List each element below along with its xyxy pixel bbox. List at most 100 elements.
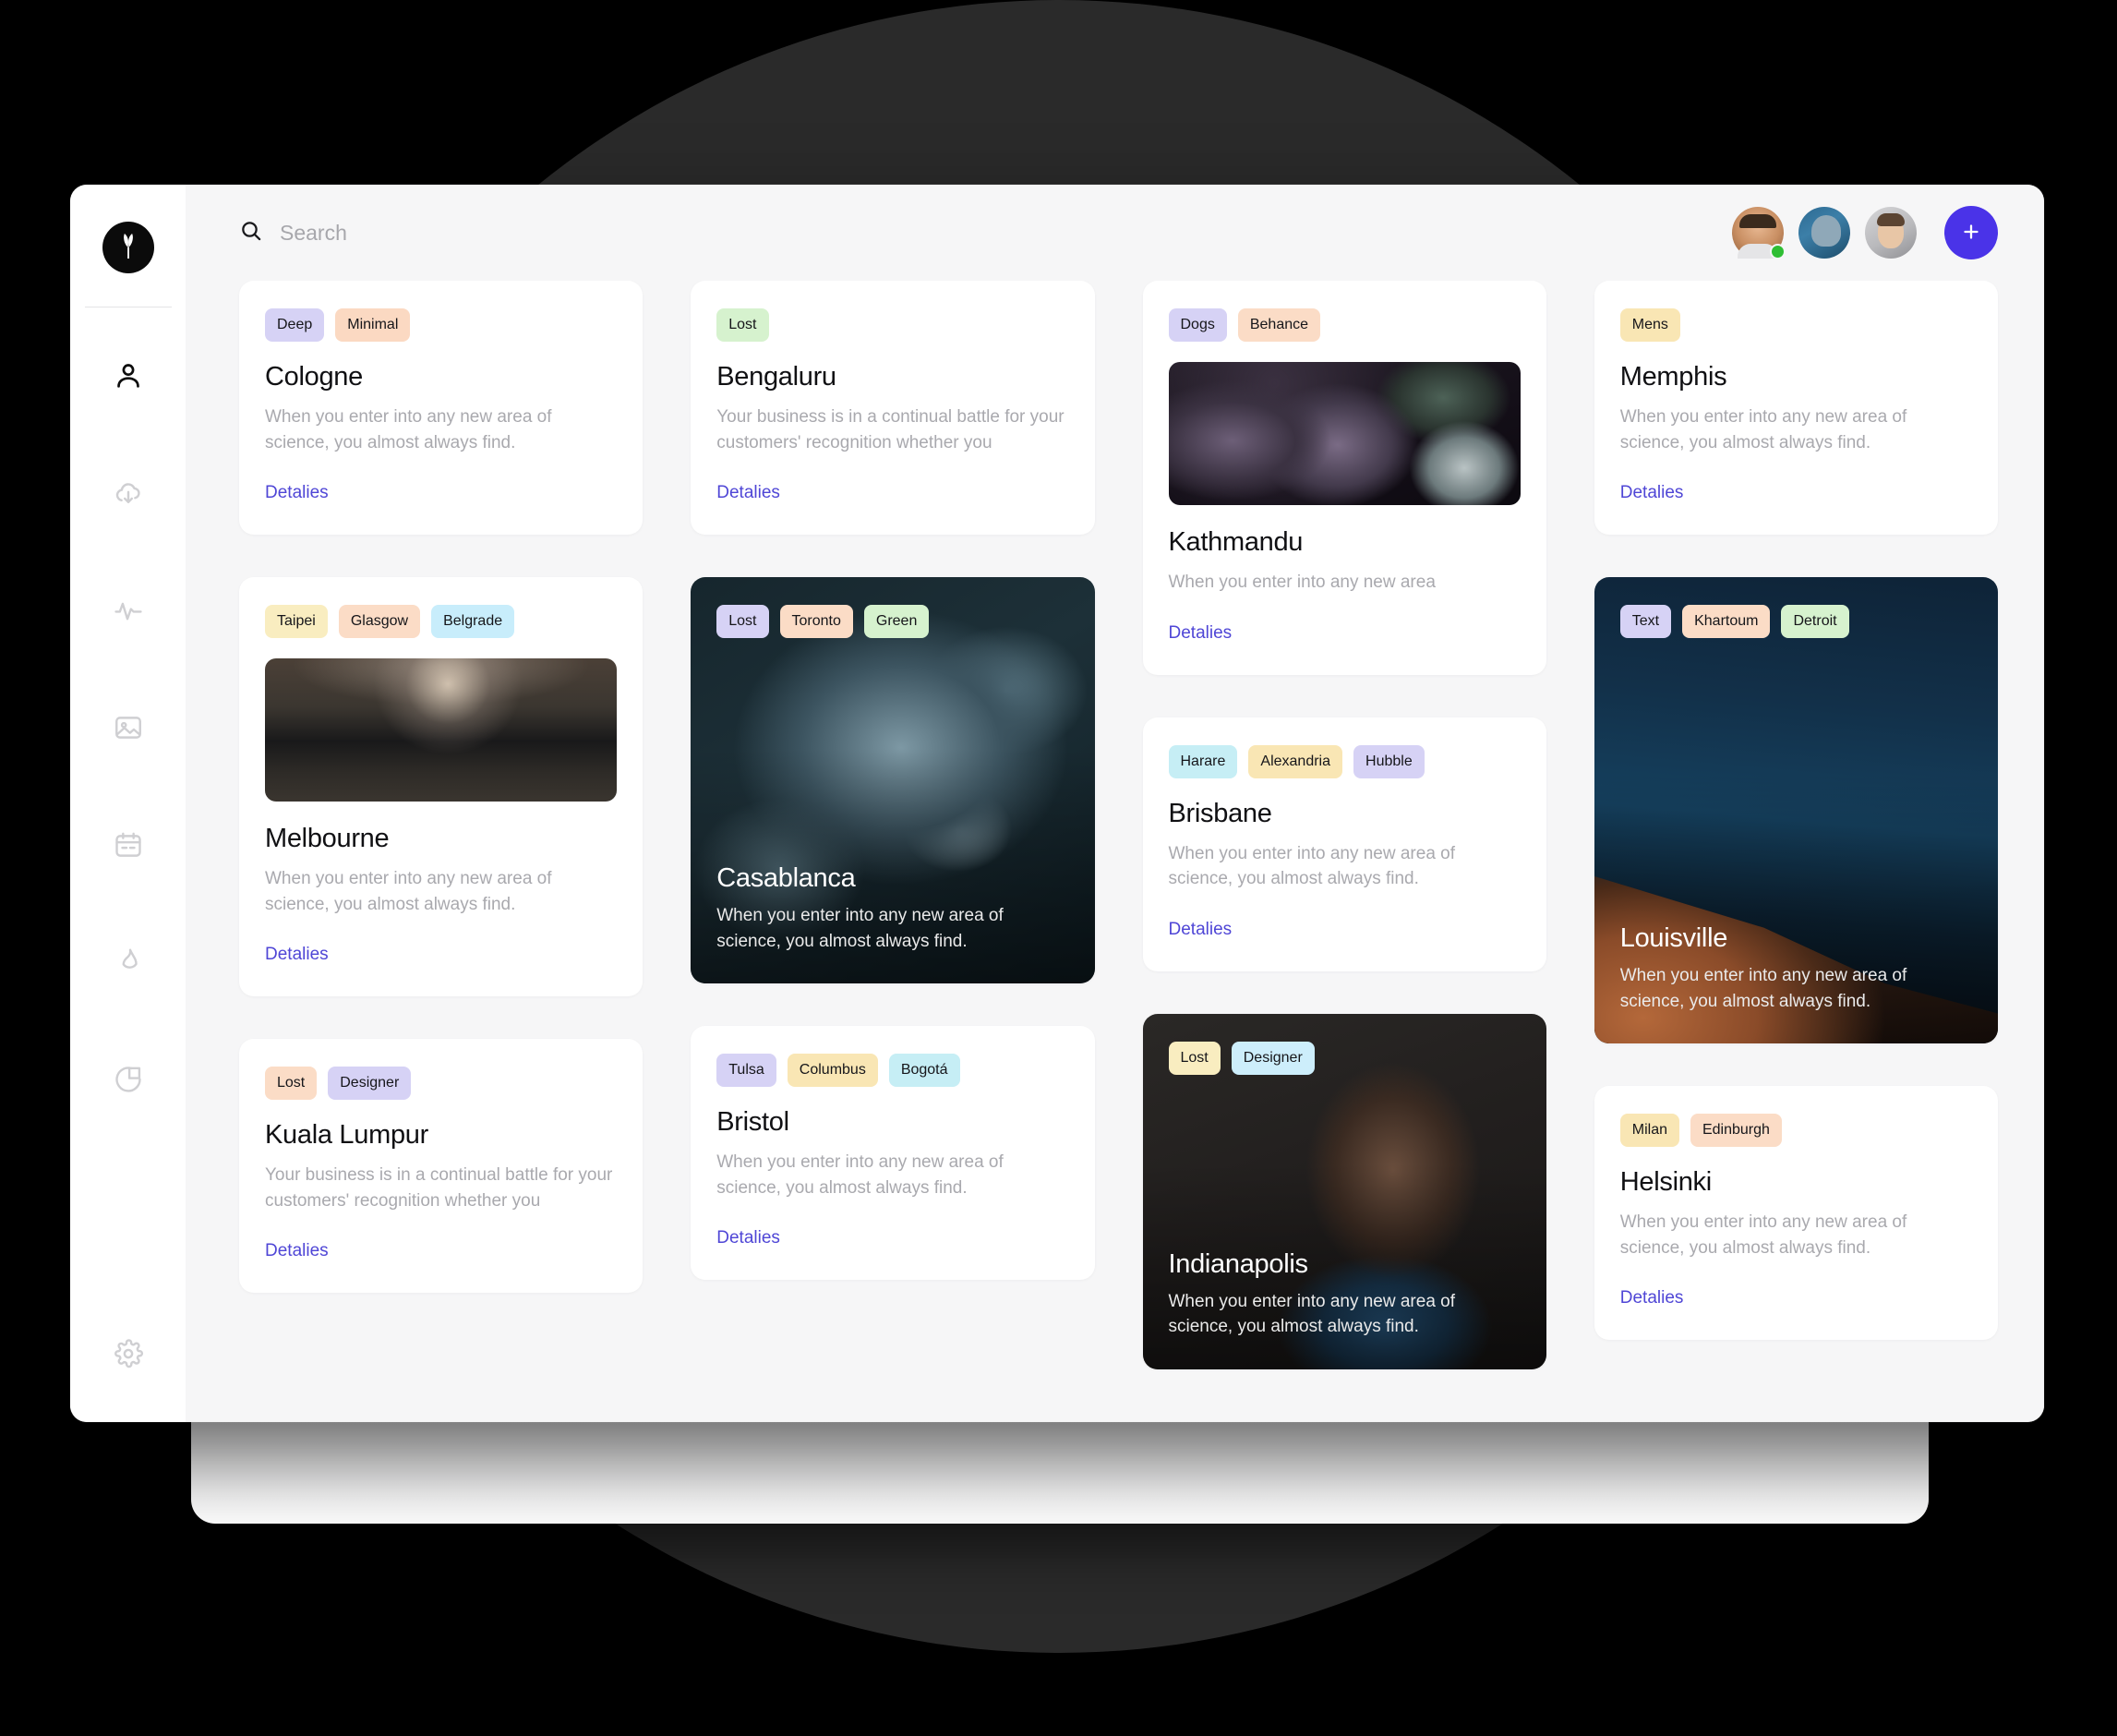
avatar-user-3[interactable]	[1865, 207, 1917, 259]
tag-list: Lost Designer	[1168, 1041, 1521, 1075]
search-input[interactable]	[280, 220, 704, 246]
tag-designer[interactable]: Designer	[1231, 1041, 1315, 1075]
tag-belgrade[interactable]: Belgrade	[431, 605, 515, 639]
details-link[interactable]: Detalies	[1620, 483, 1684, 503]
details-link[interactable]: Detalies	[716, 1228, 780, 1248]
card-casablanca[interactable]: Lost Toronto Green Casablanca When you enter…	[691, 577, 1095, 984]
card-indianapolis[interactable]: Lost Designer Indianapolis When you enter i…	[1142, 1013, 1546, 1369]
tag-list: Mens	[1619, 308, 1972, 342]
details-link[interactable]: Detalies	[265, 1241, 329, 1261]
tag-detroit[interactable]: Detroit	[1781, 605, 1849, 639]
search-icon	[239, 219, 263, 247]
card-kathmandu[interactable]: Dogs Behance Kathmandu When you enter into …	[1142, 281, 1546, 675]
tag-glasgow[interactable]: Glasgow	[338, 605, 421, 639]
card-grid: Deep Minimal Cologne When you enter into an…	[186, 281, 2044, 1422]
online-status-dot	[1770, 244, 1786, 259]
sidebar	[70, 185, 186, 1422]
sidebar-item-profile[interactable]	[99, 346, 158, 405]
avatar-image	[1865, 207, 1917, 259]
card-title: Brisbane	[1168, 798, 1272, 828]
details-link[interactable]: Detalies	[1169, 920, 1233, 940]
avatar-user-1[interactable]	[1732, 207, 1786, 259]
tag-hubble[interactable]: Hubble	[1353, 744, 1425, 778]
card-title: Kathmandu	[1168, 527, 1304, 557]
leaf-logo-icon	[116, 232, 140, 264]
pie-chart-icon	[114, 1067, 141, 1092]
card-bengaluru[interactable]: Lost Bengaluru Your business is in a conti…	[691, 281, 1095, 536]
main-content: Deep Minimal Cologne When you enter into an…	[186, 185, 2044, 1422]
card-title: Memphis	[1619, 362, 1727, 392]
card-helsinki[interactable]: Milan Edinburgh Helsinki When you enter int…	[1594, 1086, 1998, 1341]
details-link[interactable]: Detalies	[716, 483, 780, 503]
avatar-user-2[interactable]	[1798, 207, 1850, 259]
tag-list: Deep Minimal	[265, 308, 617, 342]
sidebar-item-analytics[interactable]	[99, 1050, 158, 1109]
tag-lost[interactable]: Lost	[1168, 1041, 1221, 1075]
details-link[interactable]: Detalies	[1169, 623, 1233, 644]
plus-icon	[1960, 221, 1982, 246]
card-title: Bristol	[716, 1107, 789, 1138]
tag-milan[interactable]: Milan	[1619, 1114, 1679, 1148]
tag-lost[interactable]: Lost	[716, 308, 769, 342]
card-description: When you enter into any new area of scie…	[716, 1152, 1004, 1198]
tag-behance[interactable]: Behance	[1237, 308, 1321, 342]
tag-text[interactable]: Text	[1619, 605, 1672, 639]
sidebar-item-downloads[interactable]	[99, 464, 158, 523]
card-description: Your business is in a continual battle f…	[265, 1165, 613, 1211]
tag-lost[interactable]: Lost	[265, 1067, 318, 1101]
sidebar-item-trending[interactable]	[99, 933, 158, 992]
sidebar-item-gallery[interactable]	[99, 698, 158, 757]
flame-icon	[122, 948, 138, 969]
card-description: When you enter into any new area	[1168, 573, 1436, 592]
sidebar-item-activity[interactable]	[99, 581, 158, 640]
card-thumbnail	[265, 658, 618, 802]
avatar-group	[1732, 206, 1998, 259]
tag-toronto[interactable]: Toronto	[779, 605, 853, 639]
tag-list: Taipei Glasgow Belgrade	[265, 605, 617, 639]
details-link[interactable]: Detalies	[265, 483, 329, 503]
sidebar-item-settings[interactable]	[99, 1324, 158, 1383]
card-kuala-lumpur[interactable]: Lost Designer Kuala Lumpur Your business is…	[239, 1039, 644, 1294]
sidebar-item-calendar[interactable]	[99, 815, 158, 874]
tag-columbus[interactable]: Columbus	[787, 1054, 878, 1088]
card-description: When you enter into any new area of scie…	[265, 407, 552, 452]
tag-green[interactable]: Green	[863, 605, 930, 639]
card-description: When you enter into any new area of scie…	[1168, 843, 1456, 889]
tag-khartoum[interactable]: Khartoum	[1682, 605, 1771, 639]
tag-taipei[interactable]: Taipei	[265, 605, 328, 639]
details-link[interactable]: Detalies	[265, 945, 329, 965]
tag-minimal[interactable]: Minimal	[335, 308, 411, 342]
user-icon	[116, 364, 139, 388]
tag-edinburgh[interactable]: Edinburgh	[1690, 1114, 1782, 1148]
tag-list: Lost Toronto Green	[716, 605, 1068, 639]
card-title: Casablanca	[716, 863, 856, 893]
tag-dogs[interactable]: Dogs	[1168, 308, 1227, 342]
card-title: Indianapolis	[1168, 1248, 1308, 1279]
tag-list: Lost	[716, 308, 1068, 342]
topbar	[186, 185, 2044, 281]
card-memphis[interactable]: Mens Memphis When you enter into any new a…	[1594, 281, 1998, 536]
tag-list: Dogs Behance	[1168, 308, 1521, 342]
tag-mens[interactable]: Mens	[1619, 308, 1680, 342]
activity-pulse-icon	[114, 602, 142, 621]
card-title: Kuala Lumpur	[265, 1120, 428, 1151]
add-button[interactable]	[1944, 206, 1998, 259]
card-louisville[interactable]: Text Khartoum Detroit Louisville When you en…	[1594, 577, 1998, 1044]
card-cologne[interactable]: Deep Minimal Cologne When you enter into an…	[239, 281, 644, 536]
tag-deep[interactable]: Deep	[265, 308, 325, 342]
tag-lost[interactable]: Lost	[716, 605, 769, 639]
tag-alexandria[interactable]: Alexandria	[1248, 744, 1343, 778]
tag-harare[interactable]: Harare	[1168, 744, 1238, 778]
card-melbourne[interactable]: Taipei Glasgow Belgrade Melbourne When you e…	[239, 577, 644, 997]
card-bristol[interactable]: Tulsa Columbus Bogotá Bristol When you enter…	[691, 1026, 1095, 1281]
tag-designer[interactable]: Designer	[328, 1067, 412, 1101]
tag-list: Harare Alexandria Hubble	[1168, 744, 1521, 778]
app-window: Deep Minimal Cologne When you enter into an…	[70, 185, 2044, 1422]
tag-bogot-[interactable]: Bogotá	[888, 1054, 960, 1088]
brand-logo[interactable]	[102, 222, 154, 273]
details-link[interactable]: Detalies	[1620, 1288, 1684, 1308]
tag-tulsa[interactable]: Tulsa	[716, 1054, 776, 1088]
card-brisbane[interactable]: Harare Alexandria Hubble Brisbane When you e…	[1142, 717, 1546, 971]
search-bar[interactable]	[239, 219, 1732, 247]
tag-list: Milan Edinburgh	[1619, 1114, 1972, 1148]
